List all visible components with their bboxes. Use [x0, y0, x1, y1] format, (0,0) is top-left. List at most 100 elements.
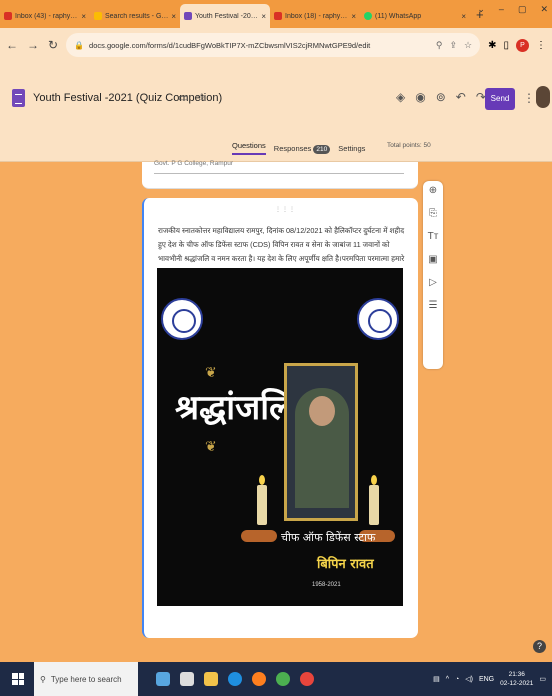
cortana-icon[interactable]: [156, 672, 170, 686]
lock-icon: 🔒: [74, 40, 85, 50]
emblem-right: [357, 298, 399, 340]
more-options-icon[interactable]: ⋮: [523, 91, 535, 105]
responses-count-badge: 210: [313, 144, 331, 154]
minimize-icon[interactable]: –: [499, 4, 504, 15]
firefox-icon[interactable]: [252, 672, 266, 686]
ornament: ❦: [205, 438, 217, 454]
undo-icon[interactable]: ↶: [456, 90, 466, 104]
divider: [154, 173, 404, 174]
profile-avatar[interactable]: P: [516, 38, 529, 52]
poster-rank: चीफ ऑफ डिफेंस स्टाफ: [281, 531, 376, 544]
floating-toolbar: ⊕ ⎘ Tт ▣ ▷ ☰: [423, 181, 443, 369]
portrait-frame: [284, 363, 358, 521]
browser-tab-active[interactable]: Youth Festival -2021 (Quiz Com ×: [180, 4, 270, 28]
browser-tab[interactable]: (11) WhatsApp ×: [360, 4, 470, 28]
window-controls: ⌄ – ▢ ✕: [477, 4, 548, 15]
tab-responses[interactable]: Responses 210: [274, 144, 331, 154]
clock[interactable]: 21:36 02-12-2021: [500, 670, 533, 688]
clock-date: 02-12-2021: [500, 680, 534, 687]
tab-title: Youth Festival -2021 (Quiz Com: [195, 12, 259, 20]
windows-taskbar: ⚲ Type here to search ▤ ^ ◔ ◁) ENG 21:36 …: [0, 662, 552, 696]
close-tab-icon[interactable]: ×: [171, 12, 176, 21]
add-image-icon[interactable]: ▣: [428, 254, 437, 265]
drag-handle-icon[interactable]: ⋮⋮⋮: [275, 206, 296, 213]
forms-icon: [184, 12, 192, 20]
sidebar-icon[interactable]: ▯: [503, 40, 509, 51]
add-section-icon[interactable]: ☰: [429, 300, 438, 311]
add-title-icon[interactable]: Tт: [428, 231, 439, 242]
browser-tab-strip: Inbox (43) - raphysics84@gm × Search res…: [0, 0, 552, 28]
tray-chevron-icon[interactable]: ^: [446, 676, 449, 683]
taskbar-search-placeholder: Type here to search: [50, 674, 122, 684]
back-icon[interactable]: ←: [6, 38, 18, 52]
gmail-icon: [274, 12, 282, 20]
poster-years: 1958-2021: [312, 582, 341, 588]
description-card[interactable]: ⋮⋮⋮ राजकीय स्नातकोत्तर महाविद्यालय रामपु…: [142, 198, 418, 638]
close-window-icon[interactable]: ✕: [540, 4, 548, 15]
extensions-icon[interactable]: ✱: [488, 40, 496, 51]
add-video-icon[interactable]: ▷: [429, 277, 437, 288]
whatsapp-icon: [364, 12, 372, 20]
windows-start-icon[interactable]: [8, 669, 28, 689]
close-tab-icon[interactable]: ×: [461, 12, 466, 21]
tribute-image[interactable]: ❦ ❦ श्रद्धांजलि चीफ ऑफ डिफेंस स्टाफ बिपि…: [157, 268, 403, 606]
help-icon[interactable]: ?: [533, 640, 546, 653]
chrome-menu-icon[interactable]: ⋮: [536, 40, 546, 51]
share-icon[interactable]: ⇪: [449, 40, 457, 51]
poster-name: बिपिन रावत: [317, 557, 374, 572]
ornament: ❦: [205, 364, 217, 380]
gmail-icon: [4, 12, 12, 20]
star-icon[interactable]: ☆: [196, 91, 206, 104]
notifications-icon[interactable]: ▭: [539, 675, 546, 683]
link-icon[interactable]: ⊚: [436, 90, 446, 104]
tab-title: Search results - Google Drive: [105, 12, 170, 20]
forward-icon[interactable]: →: [27, 38, 39, 52]
preview-eye-icon[interactable]: ◉: [415, 90, 425, 104]
tab-title: Inbox (18) - raphysicsgdc@: [285, 12, 349, 20]
network-icon[interactable]: ◔: [455, 676, 459, 683]
volume-icon[interactable]: ◁): [465, 675, 473, 683]
browser-tab[interactable]: Inbox (18) - raphysicsgdc@ ×: [270, 4, 360, 28]
browser-tab[interactable]: Inbox (43) - raphysics84@gm ×: [0, 4, 90, 28]
tab-settings[interactable]: Settings: [338, 144, 365, 153]
file-explorer-icon[interactable]: [204, 672, 218, 686]
drive-icon: [94, 12, 102, 20]
folder-icon[interactable]: ▭: [178, 91, 188, 104]
customize-theme-icon[interactable]: ◈: [396, 90, 405, 104]
bookmark-star-icon[interactable]: ☆: [464, 40, 472, 51]
tab-title: Inbox (43) - raphysics84@gm: [15, 12, 79, 20]
user-avatar[interactable]: [536, 86, 550, 108]
add-question-icon[interactable]: ⊕: [429, 185, 437, 196]
search-icon: ⚲: [40, 674, 46, 684]
emblem-left: [161, 298, 203, 340]
notes-icon[interactable]: ▤: [433, 675, 440, 683]
google-forms-icon[interactable]: [12, 89, 25, 107]
tab-search-icon[interactable]: ⌄: [477, 4, 485, 15]
close-tab-icon[interactable]: ×: [261, 12, 266, 21]
import-questions-icon[interactable]: ⎘: [429, 208, 437, 219]
chrome-icon[interactable]: [276, 672, 290, 686]
close-tab-icon[interactable]: ×: [351, 12, 356, 21]
total-points: Total points: 50: [387, 142, 431, 149]
opera-icon[interactable]: [300, 672, 314, 686]
browser-tab[interactable]: Search results - Google Drive ×: [90, 4, 180, 28]
address-bar-row: ← → ↻ 🔒 docs.google.com/forms/d/1cudBFgW…: [0, 28, 552, 62]
candle: [369, 475, 379, 525]
zoom-icon[interactable]: ⚲: [436, 40, 443, 51]
edge-icon[interactable]: [228, 672, 242, 686]
task-view-icon[interactable]: [180, 672, 194, 686]
tab-title: (11) WhatsApp: [375, 12, 422, 20]
url-field[interactable]: 🔒 docs.google.com/forms/d/1cudBFgWoBkTIP…: [66, 33, 481, 57]
poster-heading: श्रद्धांजलि: [175, 388, 293, 428]
reload-icon[interactable]: ↻: [48, 38, 58, 52]
language-indicator[interactable]: ENG: [479, 676, 494, 683]
taskbar-search[interactable]: ⚲ Type here to search: [34, 662, 138, 696]
clock-time: 21:36: [508, 671, 525, 678]
maximize-icon[interactable]: ▢: [518, 4, 527, 15]
url-text: docs.google.com/forms/d/1cudBFgWoBkTIP7X…: [89, 40, 371, 50]
send-button[interactable]: Send: [485, 88, 515, 110]
close-tab-icon[interactable]: ×: [81, 12, 86, 21]
previous-question-card[interactable]: Govt. P G College, Rampur: [142, 160, 418, 189]
tab-questions[interactable]: Questions: [232, 141, 266, 155]
flowers: [241, 530, 277, 542]
